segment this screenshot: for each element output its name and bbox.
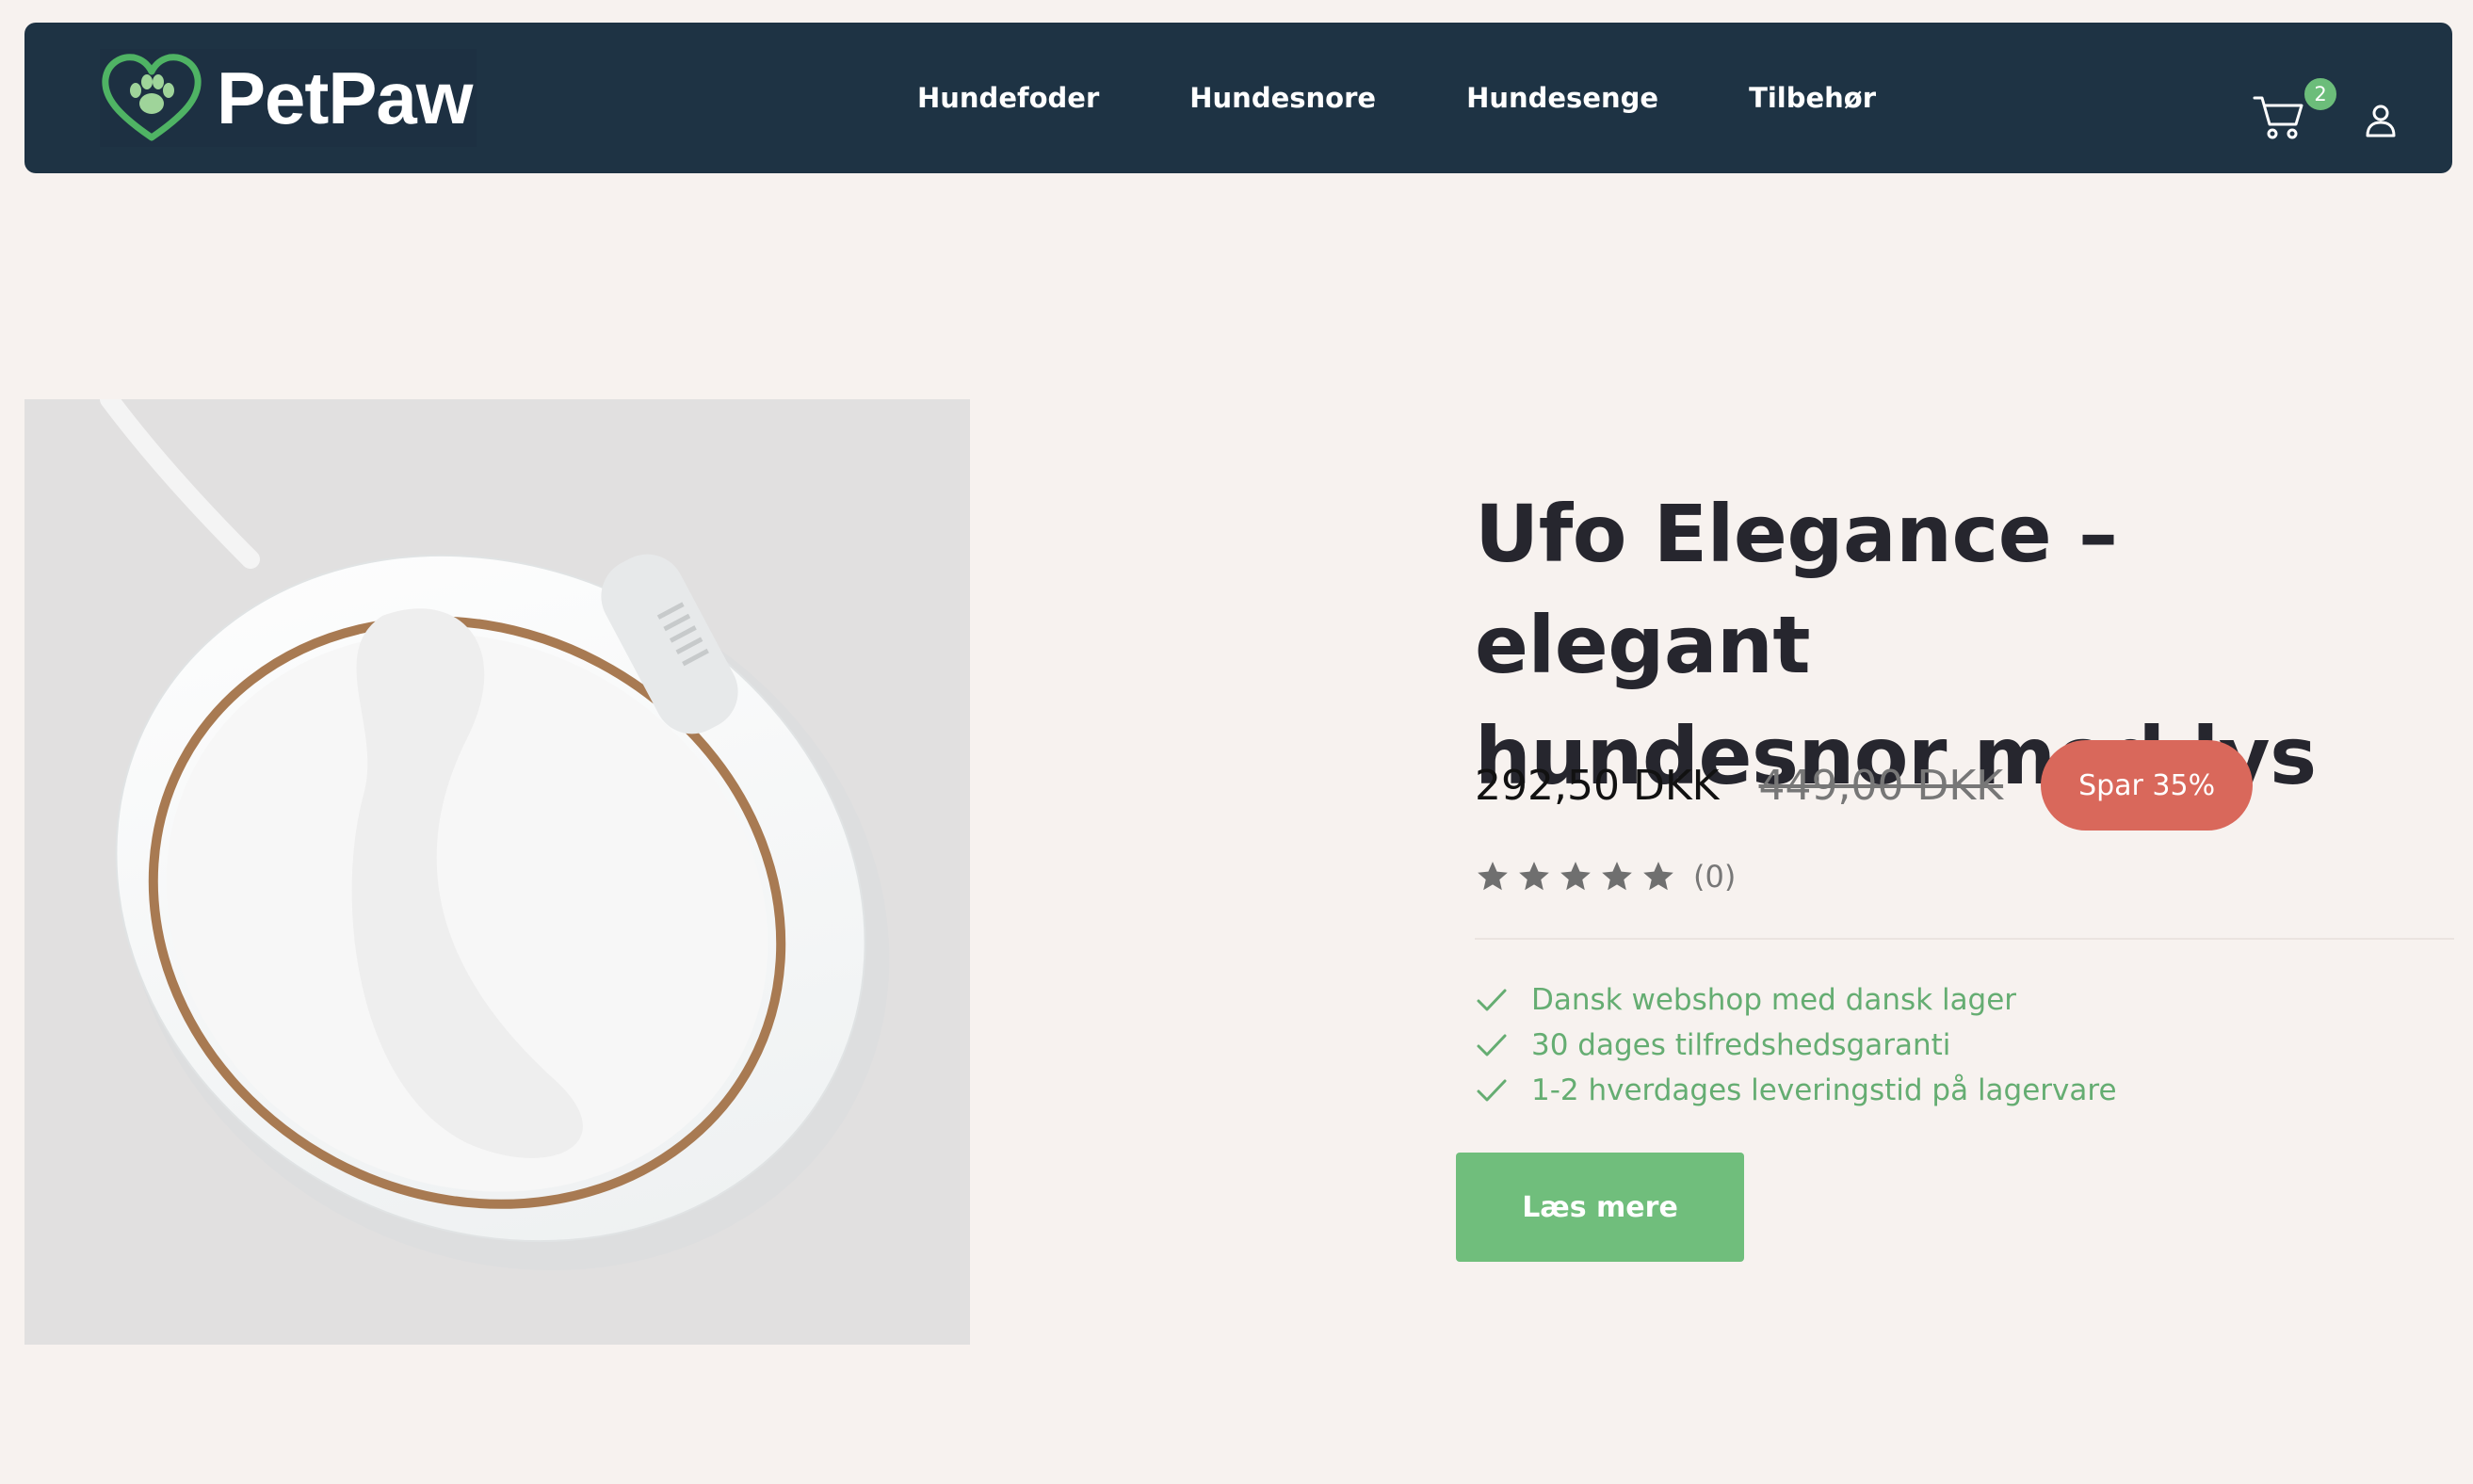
usp-list: Dansk webshop med dansk lager 30 dages t… — [1475, 977, 2117, 1113]
logo-text: PetPaw — [217, 56, 473, 139]
nav-item-hundefoder[interactable]: Hundefoder — [917, 82, 1099, 114]
check-icon — [1477, 1034, 1507, 1057]
read-more-button[interactable]: Læs mere — [1456, 1153, 1744, 1262]
star-icon — [1602, 862, 1632, 891]
usp-item: 30 dages tilfredshedsgaranti — [1475, 1023, 2117, 1068]
star-icon — [1478, 862, 1508, 891]
site-header: PetPaw Hundefoder Hundesnore Hundesenge … — [24, 23, 2452, 173]
original-price: 449,00 DKK — [1758, 761, 2004, 810]
cart-count-badge: 2 — [2302, 75, 2339, 113]
check-icon — [1477, 1079, 1507, 1102]
check-icon — [1477, 989, 1507, 1011]
sale-price: 292,50 DKK — [1475, 761, 1720, 810]
nav-item-hundesenge[interactable]: Hundesenge — [1466, 82, 1658, 114]
usp-item: Dansk webshop med dansk lager — [1475, 977, 2117, 1023]
review-count: (0) — [1693, 859, 1737, 895]
product-title-line1: Ufo Elegance – elegant — [1475, 488, 2118, 691]
usp-text: 30 dages tilfredshedsgaranti — [1531, 1028, 1951, 1062]
product-image[interactable] — [24, 390, 970, 1345]
star-icon — [1519, 862, 1549, 891]
account-button[interactable] — [2362, 102, 2400, 139]
cart-button[interactable]: 2 — [2251, 66, 2339, 151]
main-nav: Hundefoder Hundesnore Hundesenge Tilbehø… — [917, 23, 1876, 173]
product-info: Ufo Elegance – elegant hundesnor med lys… — [1475, 478, 2454, 1107]
nav-item-hundesnore[interactable]: Hundesnore — [1189, 82, 1376, 114]
petpaw-logo[interactable]: PetPaw — [100, 49, 477, 147]
rating[interactable]: (0) — [1475, 859, 1736, 895]
usp-item: 1-2 hverdages leveringstid på lagervare — [1475, 1068, 2117, 1113]
divider — [1475, 938, 2454, 940]
star-icon — [1560, 862, 1591, 891]
cart-icon — [2253, 96, 2303, 139]
price-row: 292,50 DKK 449,00 DKK Spar 35% — [1475, 740, 2254, 831]
usp-text: Dansk webshop med dansk lager — [1531, 983, 2017, 1017]
paw-heart-logo-icon — [102, 54, 202, 141]
star-icon — [1643, 862, 1673, 891]
nav-item-tilbehor[interactable]: Tilbehør — [1749, 82, 1876, 114]
retractable-leash-product-photo — [100, 390, 890, 1271]
discount-badge: Spar 35% — [2041, 740, 2254, 831]
usp-text: 1-2 hverdages leveringstid på lagervare — [1531, 1073, 2117, 1107]
user-icon — [2366, 105, 2396, 137]
